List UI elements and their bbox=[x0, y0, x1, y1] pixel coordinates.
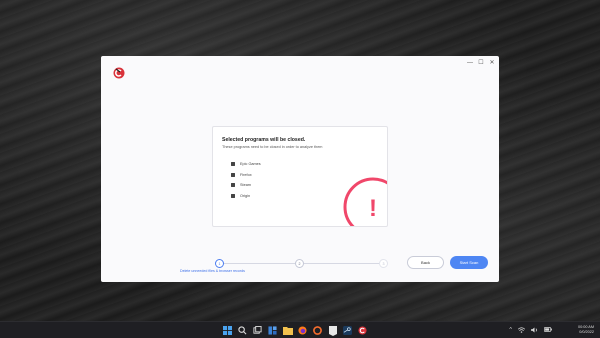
step-connector bbox=[224, 263, 295, 264]
origin-icon bbox=[231, 193, 235, 198]
clock[interactable]: 00:00 AM 0/0/2022 bbox=[578, 325, 594, 335]
warning-glyph: ! bbox=[369, 195, 377, 222]
dialog-title: Selected programs will be closed. bbox=[222, 137, 306, 143]
maximize-button[interactable]: ☐ bbox=[478, 59, 484, 67]
chevron-up-icon[interactable]: ^ bbox=[509, 327, 512, 336]
program-name: Firefox bbox=[240, 172, 252, 177]
origin-icon[interactable] bbox=[312, 325, 323, 336]
program-item-steam: Steam bbox=[231, 180, 261, 191]
widgets-icon[interactable] bbox=[267, 325, 278, 336]
progress-stepper: 1 2 3 bbox=[215, 259, 388, 269]
program-item-origin: Origin bbox=[231, 191, 261, 202]
step-caption: Delete unneeded files & browser records bbox=[180, 269, 245, 273]
close-programs-dialog: Selected programs will be closed. These … bbox=[212, 126, 388, 227]
search-icon[interactable] bbox=[237, 325, 248, 336]
window-controls: — ☐ ✕ bbox=[467, 59, 495, 67]
ccleaner-icon[interactable] bbox=[357, 325, 368, 336]
program-name: Epic Games bbox=[240, 162, 261, 167]
firefox-icon bbox=[231, 172, 235, 177]
program-item-firefox: Firefox bbox=[231, 170, 261, 181]
file-explorer-icon[interactable] bbox=[282, 325, 293, 336]
close-button[interactable]: ✕ bbox=[489, 59, 495, 67]
step-3: 3 bbox=[379, 259, 388, 268]
program-item-epic-games: Epic Games bbox=[231, 159, 261, 170]
steam-icon bbox=[231, 183, 235, 188]
clock-date: 0/0/2022 bbox=[579, 330, 594, 334]
back-button[interactable]: Back bbox=[407, 256, 444, 269]
app-window: — ☐ ✕ Selected programs will be closed. … bbox=[101, 56, 499, 282]
taskbar-icons bbox=[222, 325, 368, 336]
epic-games-icon[interactable] bbox=[327, 325, 338, 336]
taskbar: ^ 00:00 AM 0/0/2022 bbox=[0, 321, 600, 338]
wifi-icon[interactable] bbox=[517, 327, 526, 336]
windows-start-icon[interactable] bbox=[222, 325, 233, 336]
program-name: Steam bbox=[240, 183, 251, 188]
program-list: Epic Games Firefox Steam Origin bbox=[231, 159, 261, 201]
system-tray: ^ bbox=[509, 327, 552, 336]
volume-icon[interactable] bbox=[531, 327, 538, 336]
start-scan-button[interactable]: Start Scan bbox=[450, 256, 488, 269]
step-2: 2 bbox=[295, 259, 304, 268]
program-name: Origin bbox=[240, 193, 251, 198]
steam-icon[interactable] bbox=[342, 325, 353, 336]
epic-games-icon bbox=[231, 162, 235, 167]
battery-icon[interactable] bbox=[544, 327, 552, 336]
step-connector bbox=[304, 263, 381, 264]
dialog-subtitle: These programs need to be closed in orde… bbox=[222, 145, 323, 149]
warning-icon: ! bbox=[343, 177, 387, 226]
firefox-icon[interactable] bbox=[297, 325, 308, 336]
step-1: 1 bbox=[215, 259, 224, 268]
ccleaner-logo-icon bbox=[113, 67, 125, 79]
task-view-icon[interactable] bbox=[252, 325, 263, 336]
minimize-button[interactable]: — bbox=[467, 59, 473, 67]
